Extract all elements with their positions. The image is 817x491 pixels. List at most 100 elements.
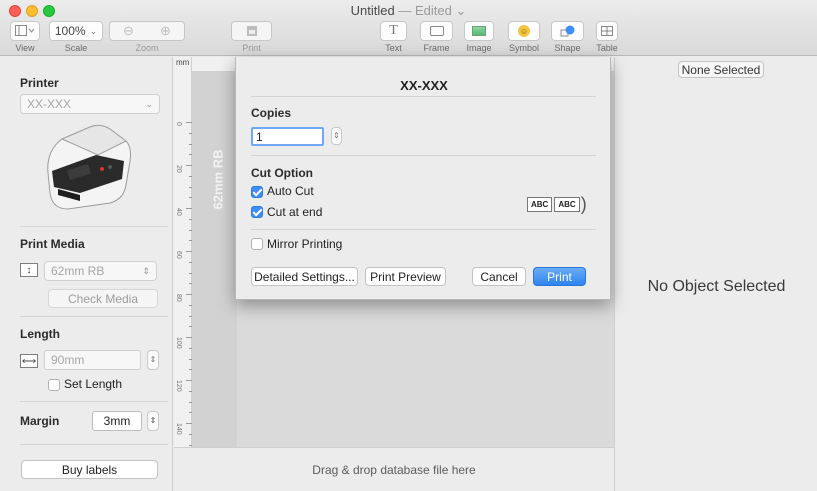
check-media-button[interactable]: Check Media bbox=[48, 289, 158, 308]
copies-heading: Copies bbox=[251, 106, 292, 120]
cut-at-end-label: Cut at end bbox=[267, 205, 323, 219]
drop-hint: Drag & drop database file here bbox=[312, 462, 476, 477]
zoom-label: Zoom bbox=[135, 43, 159, 53]
cut-bracket-icon: ) bbox=[580, 194, 587, 214]
buy-labels-button[interactable]: Buy labels bbox=[21, 460, 158, 479]
ruler-number: 0 bbox=[175, 122, 182, 126]
divider bbox=[251, 96, 596, 97]
print-media-select[interactable]: 62mm RB ⇕ bbox=[44, 261, 157, 281]
table-tool-label: Table bbox=[596, 43, 618, 53]
print-media-heading: Print Media bbox=[20, 237, 85, 251]
view-button[interactable] bbox=[10, 21, 40, 41]
ruler-unit: mm bbox=[176, 58, 190, 67]
frame-tool-label: Frame bbox=[423, 43, 450, 53]
ruler-tick bbox=[186, 380, 192, 381]
zoom-control[interactable]: ⊖ ⊕ bbox=[109, 21, 185, 41]
margin-input[interactable]: 3mm bbox=[92, 411, 142, 431]
label-media-text: 62mm RB bbox=[210, 149, 226, 210]
printer-illustration bbox=[47, 124, 131, 210]
set-length-label: Set Length bbox=[64, 377, 123, 391]
ruler-minor-tick bbox=[189, 175, 192, 177]
table-icon bbox=[601, 26, 613, 36]
frame-tool-button[interactable] bbox=[420, 21, 453, 41]
shape-icon bbox=[560, 25, 574, 37]
margin-stepper[interactable]: ⇕ bbox=[147, 411, 159, 431]
ruler-minor-tick bbox=[189, 283, 192, 285]
symbol-tool-button[interactable]: ☺ bbox=[508, 21, 540, 41]
symbol-tool-label: Symbol bbox=[508, 43, 539, 53]
text-tool-label: Text bbox=[385, 43, 402, 53]
stepper-arrows-icon: ⇕ bbox=[149, 355, 157, 364]
database-drop-zone[interactable]: Drag & drop database file here bbox=[174, 447, 614, 491]
ruler-minor-tick bbox=[189, 315, 192, 317]
auto-cut-checkbox[interactable] bbox=[251, 186, 263, 198]
ruler-tick bbox=[186, 337, 192, 338]
ruler-tick bbox=[186, 251, 192, 252]
copies-input[interactable]: 1 bbox=[251, 127, 324, 146]
table-tool-button[interactable] bbox=[596, 21, 618, 41]
none-selected-button[interactable]: None Selected bbox=[678, 61, 764, 78]
printer-select[interactable]: XX-XXX ⌄ bbox=[20, 94, 160, 114]
mirror-printing-checkbox[interactable] bbox=[251, 238, 263, 250]
print-preview-button[interactable]: Print Preview bbox=[365, 267, 446, 286]
ruler-number: 40 bbox=[175, 208, 182, 216]
chevron-down-icon: ⌄ bbox=[89, 25, 98, 36]
ruler-minor-tick bbox=[189, 444, 192, 446]
stepper-arrows-icon: ⇕ bbox=[149, 416, 157, 425]
cut-preview-label-2: ABC bbox=[554, 197, 580, 212]
print-button[interactable]: Print bbox=[533, 267, 586, 286]
frame-icon bbox=[429, 26, 444, 36]
no-object-message: No Object Selected bbox=[647, 278, 786, 295]
edited-indicator[interactable]: — Edited ⌄ bbox=[398, 3, 466, 18]
ruler-minor-tick bbox=[189, 401, 192, 403]
ruler-minor-tick bbox=[189, 143, 192, 145]
ruler-minor-tick bbox=[189, 154, 192, 156]
cut-at-end-checkbox[interactable] bbox=[251, 206, 263, 218]
window-title: Untitled — Edited ⌄ bbox=[0, 3, 817, 19]
ruler-number: 20 bbox=[175, 165, 182, 173]
shape-tool-button[interactable] bbox=[551, 21, 584, 41]
dialog-title: XX-XXX bbox=[400, 78, 448, 93]
ruler-minor-tick bbox=[189, 326, 192, 328]
detailed-settings-button[interactable]: Detailed Settings... bbox=[251, 267, 358, 286]
text-tool-button[interactable]: T bbox=[380, 21, 407, 41]
ruler-minor-tick bbox=[189, 240, 192, 242]
ruler-minor-tick bbox=[189, 358, 192, 360]
settings-sidebar: Printer XX-XXX ⌄ Print Media ↕ 62mm RB ⇕… bbox=[0, 57, 173, 491]
cancel-button[interactable]: Cancel bbox=[472, 267, 526, 286]
zoom-in-icon[interactable]: ⊕ bbox=[160, 23, 171, 39]
length-stepper[interactable]: ⇕ bbox=[147, 350, 159, 370]
document-name: Untitled bbox=[350, 3, 395, 18]
ruler-number: 60 bbox=[175, 251, 182, 259]
length-value: 90mm bbox=[51, 353, 85, 367]
image-tool-button[interactable] bbox=[464, 21, 494, 41]
print-toolbar-button[interactable] bbox=[231, 21, 272, 41]
auto-cut-label: Auto Cut bbox=[267, 184, 314, 198]
image-icon bbox=[472, 26, 486, 36]
view-label: View bbox=[15, 43, 35, 53]
properties-panel: None Selected No Object Selected bbox=[614, 57, 817, 491]
stepper-arrows-icon: ⇕ bbox=[333, 131, 340, 140]
copies-stepper[interactable]: ⇕ bbox=[331, 127, 342, 145]
printer-select-value: XX-XXX bbox=[27, 97, 72, 111]
ruler-minor-tick bbox=[189, 186, 192, 188]
length-input[interactable]: 90mm bbox=[44, 350, 141, 370]
scale-value: 100% bbox=[54, 24, 86, 38]
print-media-value: 62mm RB bbox=[51, 264, 105, 278]
ruler-tick bbox=[186, 294, 192, 295]
media-size-icon: ↕ bbox=[20, 263, 38, 277]
app-window: Untitled — Edited ⌄ View 100% ⌄ Scale ⊖ ⊕… bbox=[0, 0, 817, 491]
label-canvas[interactable]: 62mm RB bbox=[192, 72, 237, 447]
ruler-minor-tick bbox=[189, 197, 192, 199]
margin-heading: Margin bbox=[20, 414, 60, 428]
zoom-out-icon[interactable]: ⊖ bbox=[123, 23, 134, 39]
set-length-checkbox[interactable] bbox=[48, 379, 60, 391]
divider bbox=[20, 226, 168, 227]
ruler-number: 140 bbox=[175, 423, 182, 435]
ruler-number: 120 bbox=[175, 380, 182, 392]
margin-value: 3mm bbox=[103, 414, 131, 428]
copies-value: 1 bbox=[256, 129, 263, 144]
mirror-printing-label: Mirror Printing bbox=[267, 237, 343, 251]
scale-select[interactable]: 100% ⌄ bbox=[49, 21, 103, 41]
print-dialog: XX-XXX Copies 1 ⇕ Cut Option Auto Cut Cu… bbox=[235, 57, 611, 300]
